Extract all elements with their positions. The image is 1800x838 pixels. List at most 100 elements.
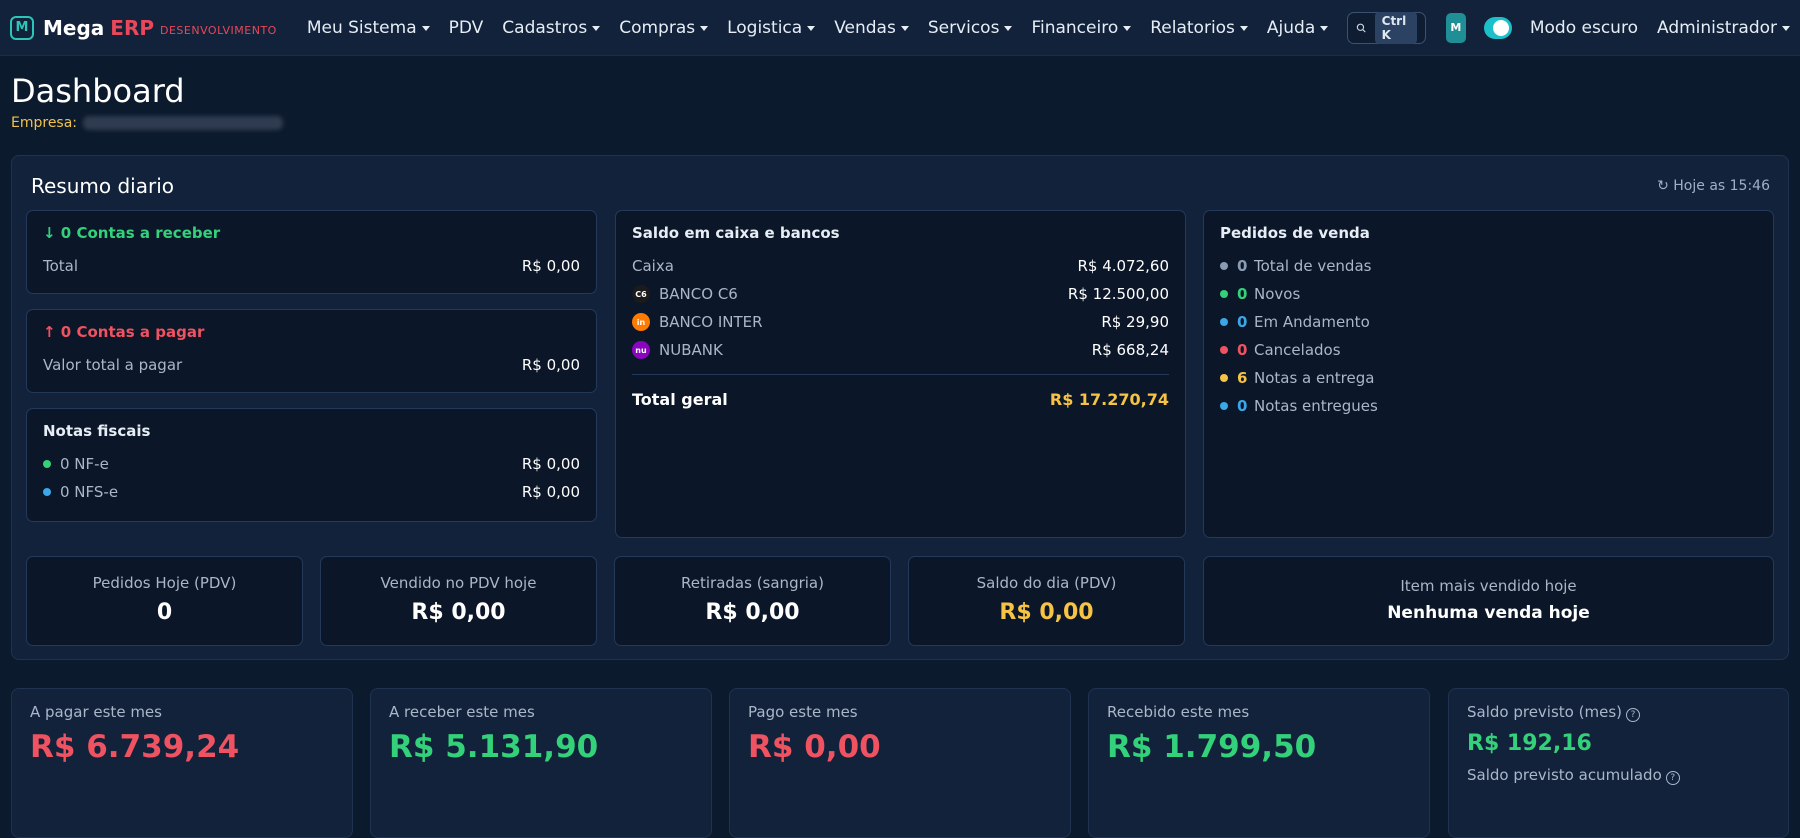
bank-label: BANCO C6 [659,285,738,303]
total-geral-value: R$ 17.270,74 [1049,389,1169,409]
bank-label-wrap: nu NUBANK [632,341,723,359]
chevron-down-icon [592,25,601,31]
pedido-label-wrap: 6 Notas a entrega [1220,369,1374,387]
pdv-stat-card[interactable]: Pedidos Hoje (PDV) 0 [26,556,303,646]
bank-row[interactable]: C6 BANCO C6 R$ 12.500,00 [632,280,1169,308]
pdv-stat-card[interactable]: Saldo do dia (PDV) R$ 0,00 [908,556,1185,646]
pedido-label-wrap: 0 Novos [1220,285,1300,303]
dark-mode-toggle[interactable] [1483,16,1512,39]
pedido-row[interactable]: 0 Em Andamento [1220,308,1757,336]
nota-row: 0 NF-e R$ 0,00 [43,450,580,478]
contas-pagar-label: Valor total a pagar [43,356,183,374]
nav-item-label: Vendas [834,17,896,38]
nota-label: 0 NFS-e [60,483,119,501]
notas-fiscais-card[interactable]: Notas fiscais 0 NF-e R$ 0,00 0 NFS-e R$ 0,0… [26,408,597,522]
notas-fiscais-list: 0 NF-e R$ 0,00 0 NFS-e R$ 0,00 [43,450,580,506]
saldo-acumulado-line: Saldo previsto acumulado? [1467,766,1770,785]
monthly-value: R$ 5.131,90 [389,729,599,765]
nav-item-label: Financeiro [1031,17,1119,38]
saldo-previsto-card[interactable]: Saldo previsto (mes)? R$ 192,16 Saldo pr… [1448,688,1789,838]
contas-pagar-value: R$ 0,00 [521,356,580,374]
contas-pagar-title: ↑ 0 Contas a pagar [43,323,205,341]
status-dot-icon [43,488,51,496]
pedidos-venda-card[interactable]: Pedidos de venda 0 Total de vendas 0 Novos 0… [1203,210,1774,538]
brand[interactable]: M Mega ERP DESENVOLVIMENTO [10,15,277,40]
last-updated[interactable]: ↻ Hoje as 15:46 [1657,178,1770,194]
monthly-label: A receber este mes [389,703,535,721]
pdv-stat-card[interactable]: Vendido no PDV hoje R$ 0,00 [320,556,597,646]
avatar[interactable]: M [1445,12,1466,43]
bank-row[interactable]: in BANCO INTER R$ 29,90 [632,308,1169,336]
contas-receber-card[interactable]: ↓ 0 Contas a receber Total R$ 0,00 [26,210,597,294]
saldo-caixa-title: Saldo em caixa e bancos [632,224,840,242]
nota-row: 0 NFS-e R$ 0,00 [43,478,580,506]
pedidos-list: 0 Total de vendas 0 Novos 0 Em Andamento 0 Canc… [1220,252,1757,420]
pedido-label: Novos [1254,285,1301,303]
monthly-card[interactable]: Pago este mes R$ 0,00 [729,688,1071,838]
status-dot-icon [1220,262,1228,270]
nav-item-logistica[interactable]: Logistica [727,18,816,38]
nota-label: 0 NF-e [60,455,109,473]
monthly-card[interactable]: A receber este mes R$ 5.131,90 [370,688,712,838]
search-icon [1357,23,1366,32]
brand-logo-icon: M [10,15,34,40]
nav-item-servicos[interactable]: Servicos [928,18,1013,38]
caixa-label: Caixa [632,257,674,275]
nav-item-financeiro[interactable]: Financeiro [1031,17,1132,38]
top-item-card[interactable]: Item mais vendido hoje Nenhuma venda hoj… [1203,556,1774,646]
nav-item-pdv[interactable]: PDV [449,18,484,38]
pedido-label-wrap: 0 Notas entregues [1220,397,1378,415]
pdv-stat-label: Pedidos Hoje (PDV) [92,574,237,592]
contas-receber-title: ↓ 0 Contas a receber [43,224,221,242]
nav-item-cadastros[interactable]: Cadastros [502,18,601,38]
saldo-previsto-label: Saldo previsto (mes) [1467,703,1622,721]
saldo-caixa-card[interactable]: Saldo em caixa e bancos Caixa R$ 4.072,6… [615,210,1186,538]
pedido-row[interactable]: 0 Cancelados [1220,336,1757,364]
resumo-diario-panel: Resumo diario ↻ Hoje as 15:46 ↓ 0 Contas… [11,155,1789,660]
saldo-acumulado-label: Saldo previsto acumulado [1467,766,1662,784]
nav-item-vendas[interactable]: Vendas [834,18,909,38]
bank-logo-icon: in [632,313,650,331]
nav-item-ajuda[interactable]: Ajuda [1266,17,1329,38]
pedido-row[interactable]: 0 Notas entregues [1220,392,1757,420]
nav-item-compras[interactable]: Compras [619,18,709,38]
nav-item-label: Servicos [927,17,1000,38]
bank-row[interactable]: nu NUBANK R$ 668,24 [632,336,1169,364]
resumo-title: Resumo diario [31,174,174,198]
monthly-value: R$ 1.799,50 [1107,729,1317,765]
company-name-redacted [83,116,284,131]
pedido-count: 0 [1237,257,1248,275]
nav-item-relatorios[interactable]: Relatorios [1150,18,1248,38]
monthly-card[interactable]: A pagar este mes R$ 6.739,24 [11,688,353,838]
chevron-down-icon [1239,25,1248,31]
top-item-value: Nenhuma venda hoje [1387,603,1590,623]
nota-label-wrap: 0 NFS-e [43,483,118,501]
pdv-stat-label: Vendido no PDV hoje [380,574,537,592]
pedido-row[interactable]: 6 Notas a entrega [1220,364,1757,392]
bank-logo-icon: C6 [632,285,650,303]
user-menu[interactable]: Administrador [1657,18,1790,38]
help-icon[interactable]: ? [1625,708,1640,722]
environment-badge: DESENVOLVIMENTO [160,23,277,37]
status-dot-icon [1220,346,1228,354]
caixa-value: R$ 4.072,60 [1077,257,1169,275]
chevron-down-icon [700,25,709,31]
nav-item-label: Ajuda [1266,17,1316,38]
contas-pagar-card[interactable]: ↑ 0 Contas a pagar Valor total a pagar R… [26,309,597,393]
status-dot-icon [1220,318,1228,326]
pdv-stat-value: 0 [156,600,173,625]
pedido-row[interactable]: 0 Novos [1220,280,1757,308]
pedido-label-wrap: 0 Total de vendas [1220,257,1371,275]
pdv-stat-label: Retiradas (sangria) [681,574,824,592]
nav-item-label: Relatorios [1150,17,1235,38]
help-icon[interactable]: ? [1665,771,1680,785]
search-button[interactable]: Ctrl K [1347,11,1426,44]
contas-receber-value: R$ 0,00 [521,257,580,275]
pedido-row[interactable]: 0 Total de vendas [1220,252,1757,280]
monthly-card[interactable]: Recebido este mes R$ 1.799,50 [1088,688,1430,838]
chevron-down-icon [1782,25,1790,31]
monthly-value: R$ 0,00 [748,729,881,765]
nav-item-meu-sistema[interactable]: Meu Sistema [307,18,430,38]
pdv-stat-card[interactable]: Retiradas (sangria) R$ 0,00 [614,556,891,646]
saldo-previsto-line: Saldo previsto (mes)? [1467,703,1770,722]
